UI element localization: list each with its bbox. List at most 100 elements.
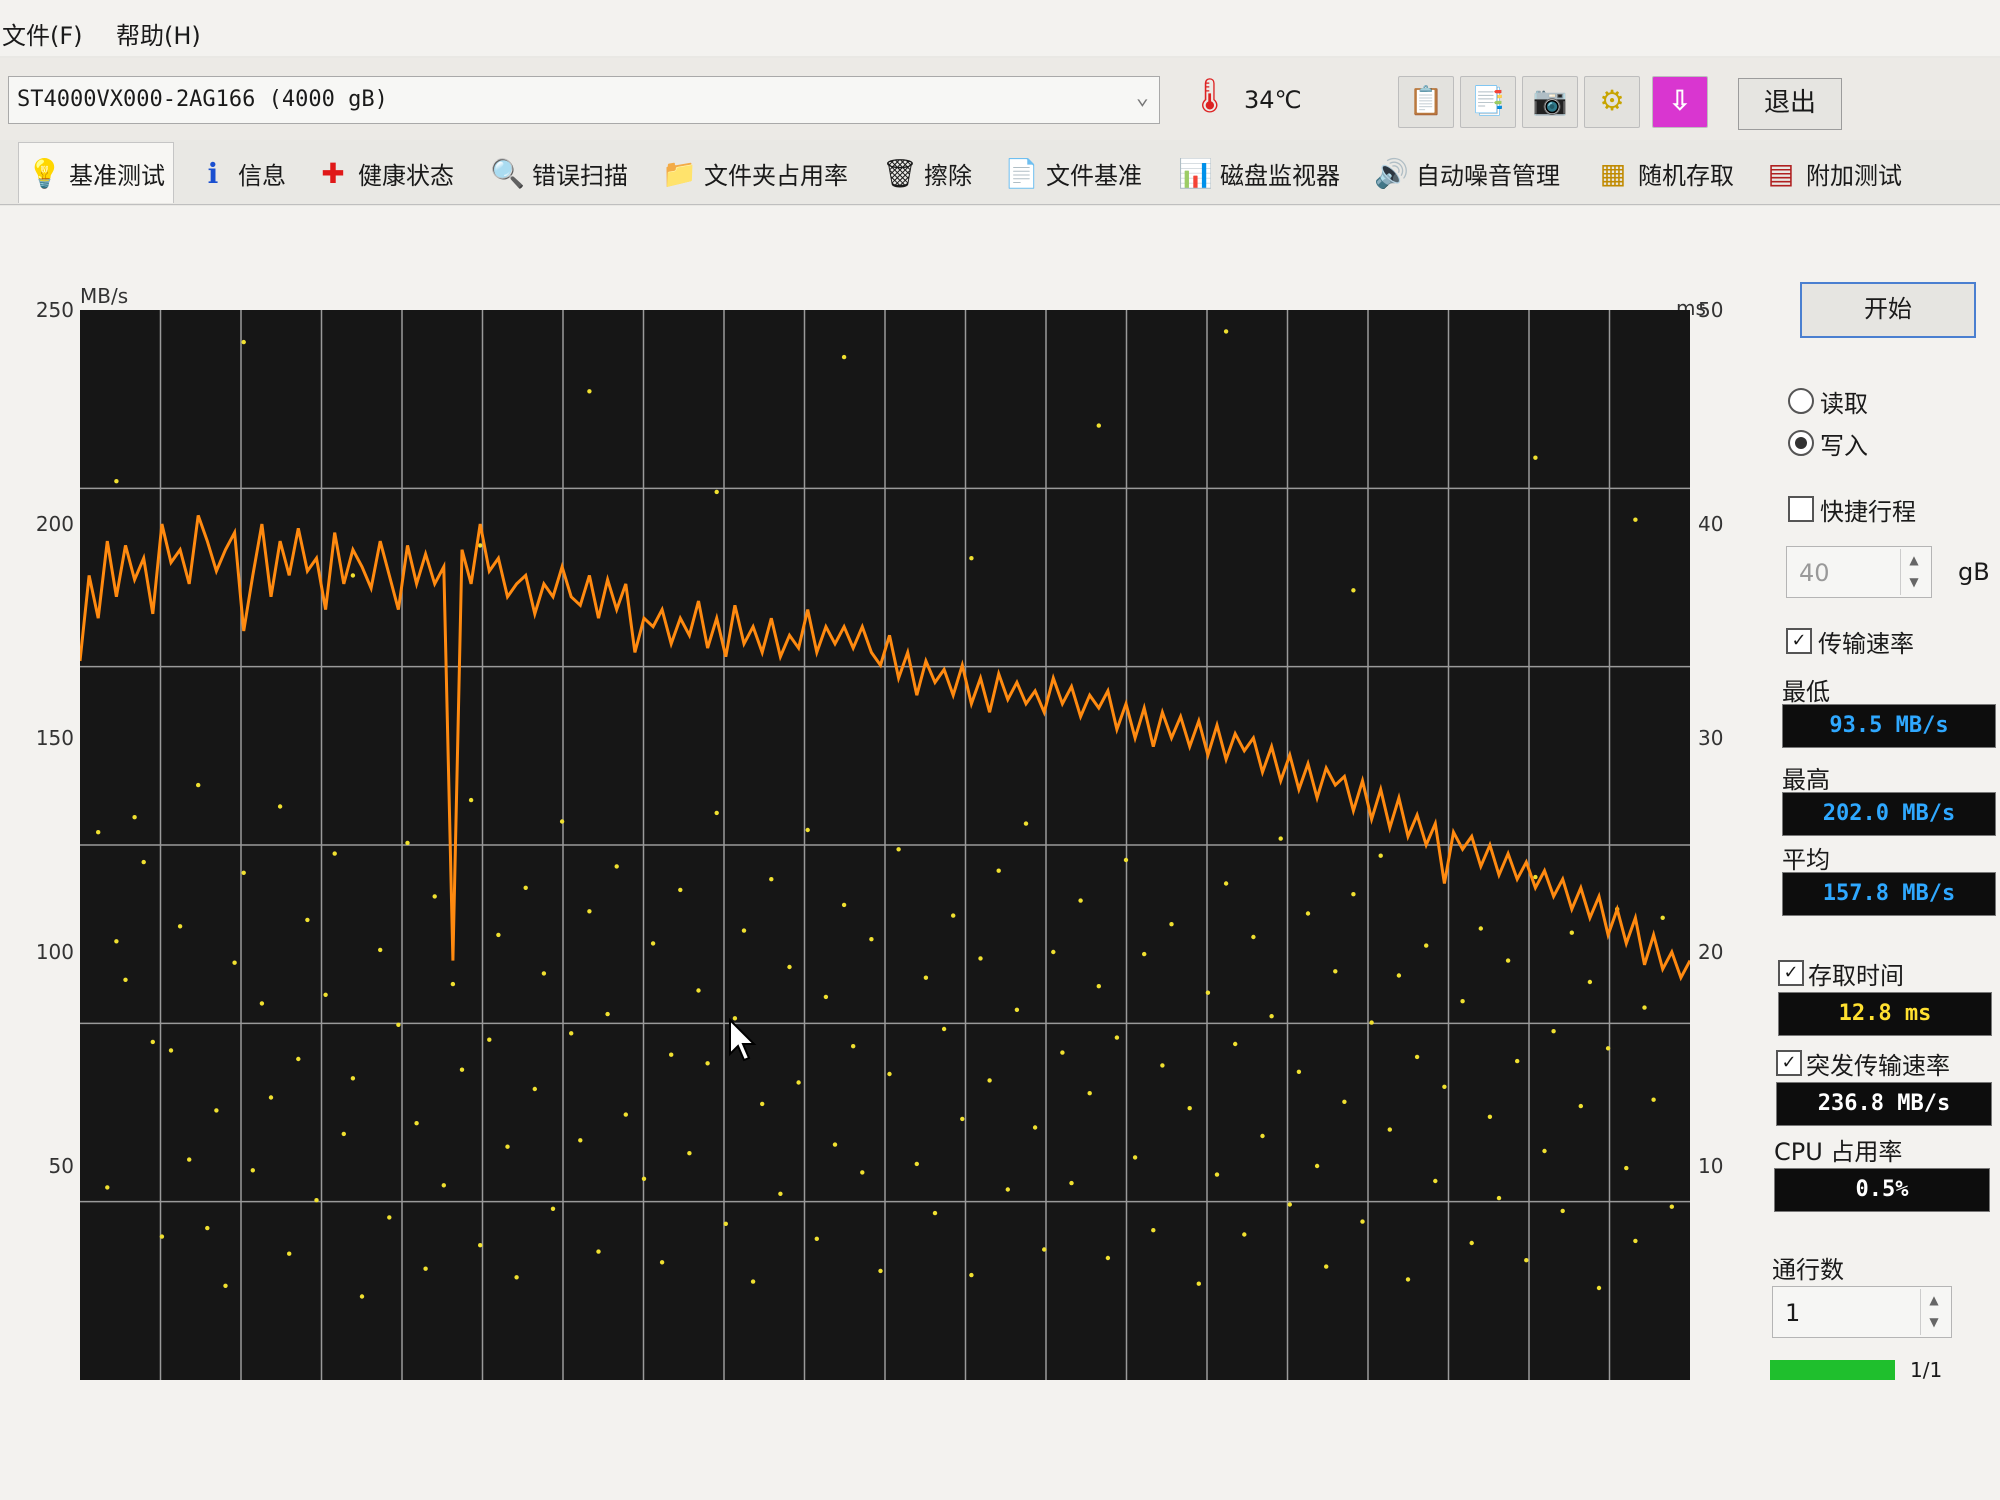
tab-info[interactable]: ℹ 信息 [196,146,286,200]
access-checkbox[interactable]: ✓ [1778,960,1804,986]
access-time-point [860,1170,865,1175]
copy-graph-button[interactable]: 📑 [1460,76,1516,128]
access-time-point [750,1279,756,1284]
tab-label: 文件夹占用率 [704,161,848,190]
access-time-point [1014,1007,1020,1012]
read-radio[interactable] [1788,388,1814,414]
menu-file[interactable]: 文件(F) [2,16,83,51]
access-time-point [1660,915,1665,920]
access-time-point [1087,1091,1092,1096]
tab-health[interactable]: ✚ 健康状态 [316,146,454,200]
left-axis-tick: 200 [35,512,74,536]
access-time-point [1314,1163,1320,1169]
start-button[interactable]: 开始 [1800,282,1976,338]
access-time-point [1005,1187,1010,1192]
settings-icon: ⚙ [1599,84,1625,117]
access-time-point [114,479,119,484]
access-time-point [805,827,810,833]
access-time-point [1405,1277,1411,1282]
tab-label: 磁盘监视器 [1220,161,1340,190]
access-time-point [641,1176,647,1181]
cpu-readout: 0.5% [1774,1168,1990,1212]
menu-help[interactable]: 帮助(H) [116,16,201,51]
access-time-point [96,830,101,835]
access-time-point [923,975,929,980]
tab-disk-monitor[interactable]: 📊 磁盘监视器 [1178,146,1340,200]
tab-label: 擦除 [924,161,972,190]
options-button[interactable]: ⚙ [1584,76,1640,128]
access-time-point [277,804,283,809]
tab-file-benchmark[interactable]: 📄 文件基准 [1004,146,1142,200]
access-time-point [150,1039,155,1045]
copy-graph-icon: 📑 [1470,84,1506,117]
access-time-point [1160,1063,1165,1068]
tab-erase[interactable]: 🗑 擦除 [882,146,972,200]
access-time-point [1142,951,1147,957]
access-time-point [987,1078,992,1083]
access-time-point [1651,1097,1656,1102]
access-time-point [205,1225,210,1231]
access-time-point [387,1215,392,1220]
quick-gb-input[interactable]: 40 ▲ ▼ [1786,546,1932,598]
avg-readout: 157.8 MB/s [1782,872,1996,916]
access-time-point [123,977,128,982]
copy-text-button[interactable]: 📋 [1398,76,1454,128]
passes-value: 1 [1785,1299,1801,1327]
quick-gb-unit: gB [1958,558,1990,586]
access-time-point [1624,1165,1629,1171]
tab-label: 健康状态 [358,161,454,190]
write-radio[interactable] [1788,430,1814,456]
tab-error-scan[interactable]: 🔍 错误扫描 [490,146,628,200]
chevron-down-icon[interactable]: ⌄ [1136,85,1149,110]
quick-checkbox[interactable] [1788,496,1814,522]
quick-gb-value: 40 [1799,559,1830,587]
access-time-point [696,988,701,993]
access-time-point [550,1206,556,1211]
exit-button[interactable]: 退出 [1738,78,1842,130]
tab-noise-management[interactable]: 🔊 自动噪音管理 [1374,146,1560,200]
access-time-point [814,1236,819,1241]
chart-grid [80,310,1690,1380]
access-time-point [1205,990,1211,995]
access-time-point [1196,1281,1202,1286]
tab-folder-usage[interactable]: 📁 文件夹占用率 [662,146,848,200]
burst-checkbox[interactable]: ✓ [1776,1050,1802,1076]
min-label: 最低 [1782,678,1830,706]
passes-input[interactable]: 1 ▲ ▼ [1772,1286,1952,1338]
access-time-point [305,917,310,923]
access-time-point [1496,1195,1502,1201]
access-time-point [314,1198,319,1203]
disk-monitor-icon: 📊 [1178,156,1213,190]
noise-icon: 🔊 [1374,156,1409,190]
access-time-point [478,1243,483,1248]
access-time-point [1278,836,1283,841]
tab-random-access[interactable]: ▦ 随机存取 [1596,146,1734,200]
spin-arrows-icon[interactable]: ▲ ▼ [1920,1289,1947,1335]
access-time-point [378,947,383,953]
tab-label: 文件基准 [1046,161,1142,190]
access-time-point [869,937,874,942]
access-time-point [1169,922,1174,927]
tab-extra-tests[interactable]: ▤ 附加测试 [1764,146,1902,200]
spin-arrows-icon[interactable]: ▲ ▼ [1900,549,1927,595]
access-time-point [1096,423,1101,428]
access-time-point [1223,329,1229,334]
access-time-point [832,1142,838,1147]
access-time-point [432,894,437,899]
progress-fill [1770,1360,1895,1380]
save-button[interactable]: ⇩ [1652,76,1708,128]
screenshot-button[interactable]: 📷 [1522,76,1578,128]
access-time-point [350,1076,356,1081]
access-time-point [969,1272,974,1278]
access-time-point [596,1249,601,1254]
access-time-point [459,1067,465,1072]
access-time-point [1242,1232,1247,1237]
benchmark-icon: 💡 [27,156,62,190]
access-time-point [878,1268,883,1274]
access-time-point [159,1234,165,1239]
drive-select[interactable]: ST4000VX000-2AG166 (4000 gB) ⌄ [8,76,1160,124]
transfer-checkbox[interactable]: ✓ [1786,628,1812,654]
access-time-point [1460,999,1465,1004]
access-time-point [1414,1054,1420,1060]
tab-benchmark[interactable]: 💡 基准测试 [18,142,174,203]
